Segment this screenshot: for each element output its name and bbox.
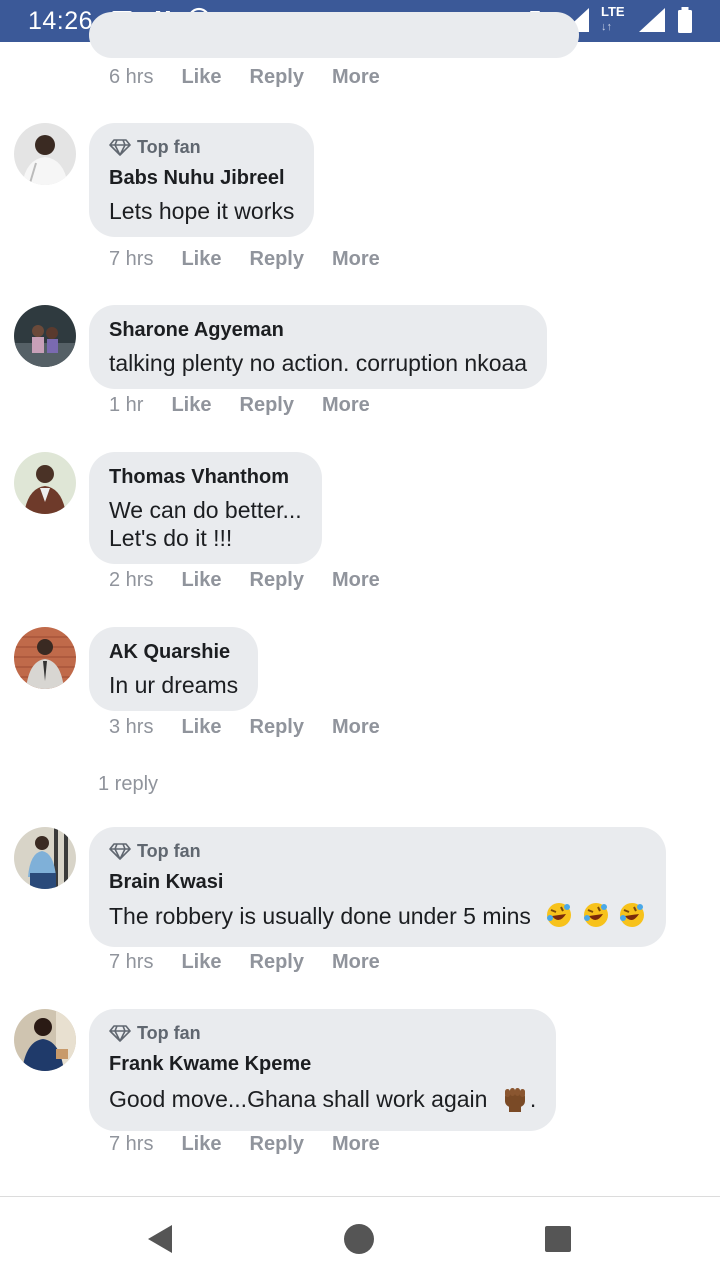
raised-fist-emoji [500, 1083, 530, 1119]
system-nav-bar [0, 1196, 720, 1280]
comment-actions: 7 hrs Like Reply More [109, 248, 408, 271]
comment-bubble: Sharone Agyeman talking plenty no action… [89, 305, 548, 389]
rolling-laughing-emoji [618, 901, 646, 935]
comment-bubble: AK Quarshie In ur dreams [89, 627, 259, 711]
comment-bubble: Top fan Frank Kwame Kpeme Good move...Gh… [89, 1009, 557, 1131]
comment-time: 7 hrs [109, 1133, 154, 1155]
view-replies-link[interactable]: 1 reply [98, 773, 158, 796]
comment-text: We can do better... Let's do it !!! [109, 496, 302, 552]
comment-text-trailing: . [529, 1086, 537, 1113]
avatar[interactable] [14, 123, 76, 185]
more-button[interactable]: More [332, 248, 380, 271]
more-button[interactable]: More [322, 394, 370, 417]
more-button[interactable]: More [332, 716, 380, 739]
comment-text-line: Let's do it !!! [109, 525, 233, 551]
back-button[interactable] [145, 1223, 175, 1260]
like-button[interactable]: Like [181, 1133, 221, 1156]
comment-text: talking plenty no action. corruption nko… [109, 350, 528, 376]
top-fan-badge: Top fan [109, 840, 646, 862]
comment-actions: 7 hrs Like Reply More [109, 951, 408, 974]
comment-actions: 1 hr Like Reply More [109, 394, 398, 417]
diamond-icon [109, 139, 131, 156]
comment-time: 2 hrs [109, 569, 154, 591]
more-button[interactable]: More [332, 1133, 380, 1156]
avatar[interactable] [14, 305, 76, 367]
comment-bubble: Thomas Vhanthom We can do better... Let'… [89, 452, 322, 564]
more-button[interactable]: More [332, 569, 380, 592]
diamond-icon [109, 843, 131, 860]
comment-time: 7 hrs [109, 248, 154, 270]
comment-author[interactable]: Frank Kwame Kpeme [109, 1052, 536, 1076]
like-button[interactable]: Like [171, 394, 211, 417]
comment-bubble: Top fan Brain Kwasi The robbery is usual… [89, 827, 667, 947]
avatar[interactable] [14, 827, 76, 889]
comment-text-line: We can do better... [109, 497, 302, 523]
lte-label: LTE ↓↑ [601, 4, 625, 34]
reply-button[interactable]: Reply [250, 951, 304, 974]
comment-author[interactable]: Thomas Vhanthom [109, 465, 302, 489]
comment-text-line: The robbery is usually done under 5 mins [109, 903, 531, 930]
comment-text: The robbery is usually done under 5 mins [109, 901, 646, 935]
more-button[interactable]: More [332, 951, 380, 974]
comment-bubble [89, 12, 579, 58]
diamond-icon [109, 1025, 131, 1042]
comment-author[interactable]: AK Quarshie [109, 640, 238, 664]
recents-button[interactable] [544, 1225, 572, 1258]
battery-icon [677, 7, 693, 38]
top-fan-badge: Top fan [109, 136, 294, 158]
like-button[interactable]: Like [181, 951, 221, 974]
avatar[interactable] [14, 1009, 76, 1071]
reply-button[interactable]: Reply [250, 716, 304, 739]
comment-time: 6 hrs [109, 66, 154, 88]
like-button[interactable]: Like [181, 716, 221, 739]
reply-button[interactable]: Reply [250, 66, 304, 89]
comment-actions: 2 hrs Like Reply More [109, 569, 408, 592]
comment-author[interactable]: Brain Kwasi [109, 870, 646, 894]
comment-actions: 3 hrs Like Reply More [109, 716, 408, 739]
avatar[interactable] [14, 627, 76, 689]
signal-icon [638, 7, 666, 38]
comment-text-line: Good move...Ghana shall work again [109, 1086, 488, 1113]
reply-button[interactable]: Reply [250, 569, 304, 592]
comment-time: 3 hrs [109, 716, 154, 738]
comment-bubble: Top fan Babs Nuhu Jibreel Lets hope it w… [89, 123, 315, 237]
like-button[interactable]: Like [181, 569, 221, 592]
comment-author[interactable]: Babs Nuhu Jibreel [109, 166, 294, 190]
rolling-laughing-emoji [545, 901, 573, 935]
comment-text: Good move...Ghana shall work again . [109, 1083, 536, 1119]
comment-author[interactable]: Sharone Agyeman [109, 318, 527, 342]
comment-time: 7 hrs [109, 951, 154, 973]
comment-time: 1 hr [109, 394, 144, 416]
comment-actions: 7 hrs Like Reply More [109, 1133, 408, 1156]
top-fan-badge: Top fan [109, 1022, 536, 1044]
comment-text: Lets hope it works [109, 198, 295, 224]
reply-button[interactable]: Reply [240, 394, 294, 417]
like-button[interactable]: Like [181, 66, 221, 89]
more-button[interactable]: More [332, 66, 380, 89]
comment-actions: 6 hrs Like Reply More [109, 66, 408, 89]
status-time: 14:26 [28, 7, 94, 35]
avatar[interactable] [14, 452, 76, 514]
home-button[interactable] [343, 1223, 375, 1260]
reply-button[interactable]: Reply [250, 248, 304, 271]
comment-text: In ur dreams [109, 672, 239, 698]
rolling-laughing-emoji [582, 901, 610, 935]
like-button[interactable]: Like [181, 248, 221, 271]
reply-button[interactable]: Reply [250, 1133, 304, 1156]
